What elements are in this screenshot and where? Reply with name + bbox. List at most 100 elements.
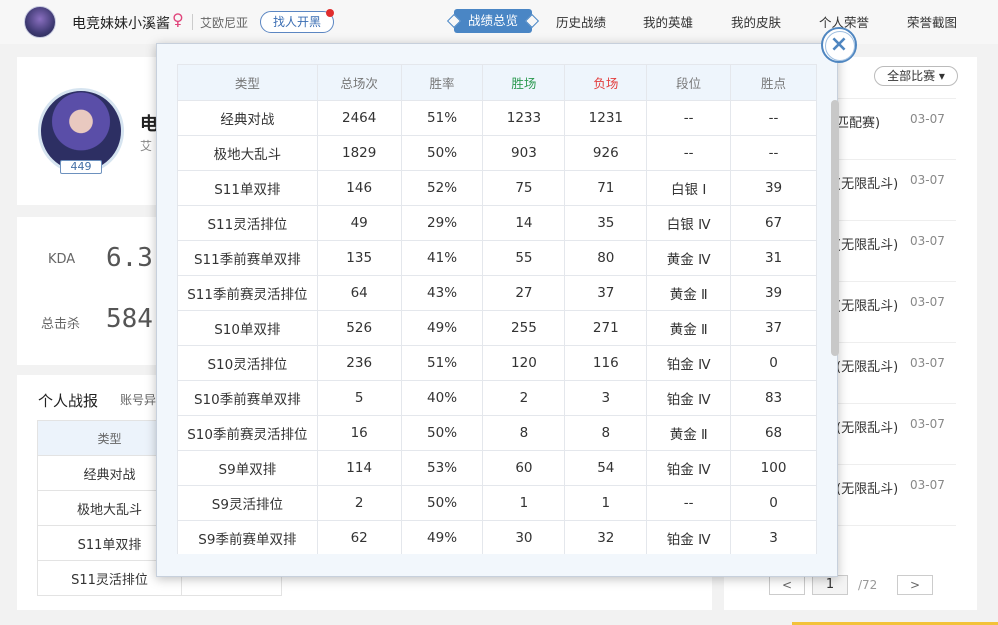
tab-history[interactable]: 历史战绩 — [556, 12, 606, 31]
table-cell: 14 — [482, 205, 566, 241]
match-filter-dropdown[interactable]: 全部比赛 ▾ — [874, 66, 958, 86]
col-type: 类型 — [177, 64, 318, 101]
scrollbar[interactable] — [831, 100, 839, 356]
tab-honor-screenshots[interactable]: 荣誉截图 — [907, 12, 957, 31]
col-losses: 负场 — [564, 64, 648, 101]
table-cell: 铂金 Ⅳ — [646, 380, 732, 416]
table-cell: 1233 — [482, 100, 566, 136]
table-cell: 黄金 Ⅳ — [646, 240, 732, 276]
table-cell: 75 — [482, 170, 566, 206]
table-cell: 白银 Ⅳ — [646, 205, 732, 241]
table-cell: 40% — [400, 380, 484, 416]
match-item[interactable]: (无限乱斗) — [836, 417, 898, 436]
match-item[interactable]: 匹配赛) — [836, 112, 880, 131]
match-date: 03-07 — [910, 234, 945, 248]
table-row: S9季前赛单双排 62 49% 30 32 铂金 Ⅳ3 — [177, 520, 817, 554]
match-date: 03-07 — [910, 112, 945, 126]
server-name: 艾欧尼亚 — [200, 16, 249, 30]
table-cell: 50% — [400, 415, 484, 451]
table-cell: 926 — [564, 135, 648, 171]
prev-page-button[interactable]: < — [769, 575, 805, 595]
table-cell: 526 — [316, 310, 402, 346]
profile-server: 艾 — [140, 139, 153, 153]
divider — [192, 14, 193, 30]
table-cell: -- — [730, 100, 817, 136]
table-row: S9单双排 114 53% 60 54 铂金 Ⅳ 100 — [177, 450, 817, 486]
table-row: S10季前赛单双排 5 40% 2 3 铂金 Ⅳ 83 — [177, 380, 817, 416]
table-row: S11季前赛灵活排位 64 43% 27 37 黄金 Ⅱ 39 — [177, 275, 817, 311]
table-row: S11灵活排位 49 29% 14 35 白银 Ⅳ 67 — [177, 205, 817, 241]
table-cell: 64 — [316, 275, 402, 311]
avatar[interactable] — [24, 6, 56, 38]
table-row: 极地大乱斗 1829 50% 903 926 -- -- — [177, 135, 817, 171]
table-cell: 31 — [730, 240, 817, 276]
table-cell: 903 — [482, 135, 566, 171]
table-cell: S11灵活排位 — [177, 205, 318, 241]
table-cell: 8 — [482, 415, 566, 451]
table-cell: 53% — [400, 450, 484, 486]
close-button[interactable]: × — [821, 27, 857, 63]
col-winrate: 胜率 — [400, 64, 484, 101]
table-cell: 35 — [564, 205, 648, 241]
table-cell: 铂金 Ⅳ — [646, 450, 732, 486]
match-item[interactable]: (无限乱斗) — [836, 478, 898, 497]
table-cell: 黄金 Ⅱ — [646, 310, 732, 346]
table-header-row: 类型 总场次 胜率 胜场 负场 段位 胜点 — [177, 64, 817, 101]
tab-heroes[interactable]: 我的英雄 — [643, 12, 693, 31]
tab-skins[interactable]: 我的皮肤 — [731, 12, 781, 31]
table-cell: 41% — [400, 240, 484, 276]
match-date: 03-07 — [910, 417, 945, 431]
table-cell: 黄金 Ⅱ — [646, 275, 732, 311]
table-row: S10季前赛灵活排位 16 50% 8 8 黄金 Ⅱ 68 — [177, 415, 817, 451]
kills-label: 总击杀 — [41, 317, 81, 332]
table-cell: 62 — [316, 520, 402, 554]
col-lp: 胜点 — [730, 64, 817, 101]
table-cell: 3 — [730, 520, 817, 554]
match-date: 03-07 — [910, 295, 945, 309]
table-cell: 120 — [482, 345, 566, 381]
match-item[interactable]: (无限乱斗) — [836, 234, 898, 253]
table-cell: 39 — [730, 275, 817, 311]
table-cell: S10单双排 — [177, 310, 318, 346]
tab-overview[interactable]: 战绩总览 — [454, 9, 533, 33]
match-item[interactable]: (无限乱斗) — [836, 173, 898, 192]
find-teammate-button[interactable]: 找人开黑 — [260, 9, 334, 33]
table-cell: 255 — [482, 310, 566, 346]
table-cell: 54 — [564, 450, 648, 486]
level-badge: 449 — [60, 160, 102, 174]
table-cell: 55 — [482, 240, 566, 276]
table-cell: 1 — [482, 485, 566, 521]
match-item[interactable]: (无限乱斗) — [836, 295, 898, 314]
match-item[interactable]: (无限乱斗) — [836, 356, 898, 375]
modal-scroll-area[interactable]: 类型 总场次 胜率 胜场 负场 段位 胜点 经典对战 2464 51% 1233 123… — [177, 64, 817, 554]
table-cell: 83 — [730, 380, 817, 416]
table-cell: S10灵活排位 — [177, 345, 318, 381]
table-cell: 49% — [400, 520, 484, 554]
table-row: 经典对战 2464 51% 1233 1231 -- -- — [177, 100, 817, 136]
table-cell: 43% — [400, 275, 484, 311]
table-cell: 50% — [400, 135, 484, 171]
table-row: S10单双排 526 49% 255 271 黄金 Ⅱ 37 — [177, 310, 817, 346]
table-cell: 黄金 Ⅱ — [646, 415, 732, 451]
section-sub[interactable]: 账号异 — [120, 391, 156, 408]
col-total: 总场次 — [316, 64, 402, 101]
table-row: S9灵活排位 2 50% 1 1 -- 0 — [177, 485, 817, 521]
page-number-input[interactable]: 1 — [812, 575, 848, 595]
table-cell: -- — [646, 100, 732, 136]
table-cell: 白银 Ⅰ — [646, 170, 732, 206]
table-cell: -- — [730, 135, 817, 171]
username: 电竞妹妹小溪酱 — [72, 16, 170, 32]
table-cell: 100 — [730, 450, 817, 486]
table-cell: S11季前赛单双排 — [177, 240, 318, 276]
table-cell: 146 — [316, 170, 402, 206]
table-cell: 2 — [316, 485, 402, 521]
stats-table: 类型 总场次 胜率 胜场 负场 段位 胜点 经典对战 2464 51% 1233 123… — [177, 64, 817, 554]
table-cell: 49% — [400, 310, 484, 346]
table-cell: 80 — [564, 240, 648, 276]
table-cell: 3 — [564, 380, 648, 416]
table-cell: 71 — [564, 170, 648, 206]
table-cell: 29% — [400, 205, 484, 241]
next-page-button[interactable]: > — [897, 575, 933, 595]
table-row: S11单双排 146 52% 75 71 白银 Ⅰ 39 — [177, 170, 817, 206]
table-cell: 32 — [564, 520, 648, 554]
